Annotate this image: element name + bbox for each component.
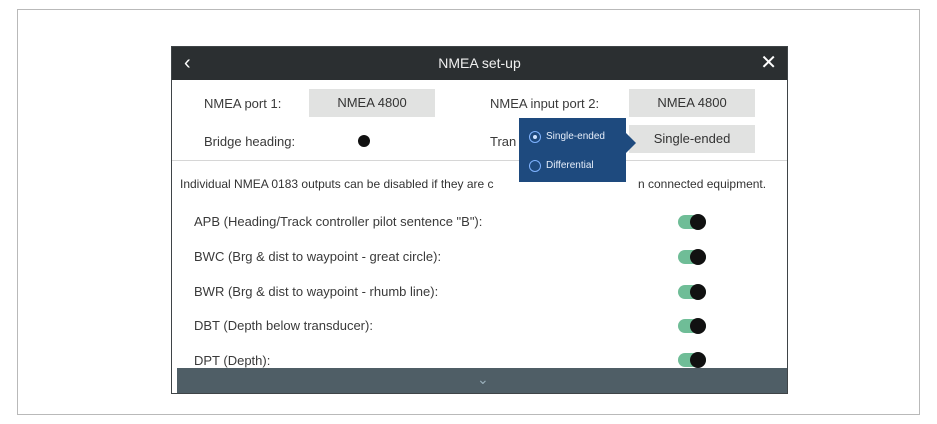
toggle-knob [690, 318, 706, 334]
output-label-bwr: BWR (Brg & dist to waypoint - rhumb line… [194, 284, 439, 299]
toggle-knob [690, 284, 706, 300]
transmission-popup-menu: Single-ended Differential [519, 118, 636, 182]
scroll-more-bar[interactable]: ⌄ [177, 368, 787, 393]
output-label-dpt: DPT (Depth): [194, 353, 271, 368]
popup-pointer [626, 133, 636, 153]
nmea-setup-dialog: ‹ NMEA set-up ✕ NMEA port 1: NMEA 4800 N… [171, 46, 788, 394]
close-icon[interactable]: ✕ [760, 53, 777, 73]
info-text-end: n connected equipment. [638, 177, 767, 191]
toggle-knob [358, 135, 370, 147]
bridge-heading-label: Bridge heading: [204, 134, 296, 149]
popup-option-label: Differential [546, 160, 594, 171]
radio-unselected-icon [529, 160, 541, 172]
transmission-select[interactable]: Single-ended [629, 125, 755, 153]
title-bar: ‹ NMEA set-up ✕ [172, 47, 787, 80]
divider [172, 160, 787, 161]
dialog-title: NMEA set-up [438, 55, 521, 71]
output-toggle-dbt[interactable] [678, 318, 706, 334]
output-toggle-dpt[interactable] [678, 352, 706, 368]
toggle-knob [690, 214, 706, 230]
input-port2-label: NMEA input port 2: [490, 96, 600, 111]
output-toggle-bwr[interactable] [678, 284, 706, 300]
port1-label: NMEA port 1: [204, 96, 282, 111]
bridge-heading-toggle[interactable] [358, 135, 382, 147]
info-text: Individual NMEA 0183 outputs can be disa… [180, 177, 494, 191]
toggle-knob [690, 352, 706, 368]
toggle-knob [690, 249, 706, 265]
radio-selected-icon [529, 131, 541, 143]
input-port2-select[interactable]: NMEA 4800 [629, 89, 755, 117]
popup-option-label: Single-ended [546, 131, 605, 142]
info-text-start: Individual NMEA 0183 outputs can be disa… [180, 177, 494, 191]
output-toggle-bwc[interactable] [678, 249, 706, 265]
transmission-label: Tran [490, 134, 517, 149]
port1-select[interactable]: NMEA 4800 [309, 89, 435, 117]
output-label-apb: APB (Heading/Track controller pilot sent… [194, 214, 483, 229]
output-label-dbt: DBT (Depth below transducer): [194, 318, 373, 333]
chevron-down-icon: ⌄ [477, 371, 489, 387]
output-label-bwc: BWC (Brg & dist to waypoint - great circ… [194, 249, 442, 264]
output-toggle-apb[interactable] [678, 214, 706, 230]
